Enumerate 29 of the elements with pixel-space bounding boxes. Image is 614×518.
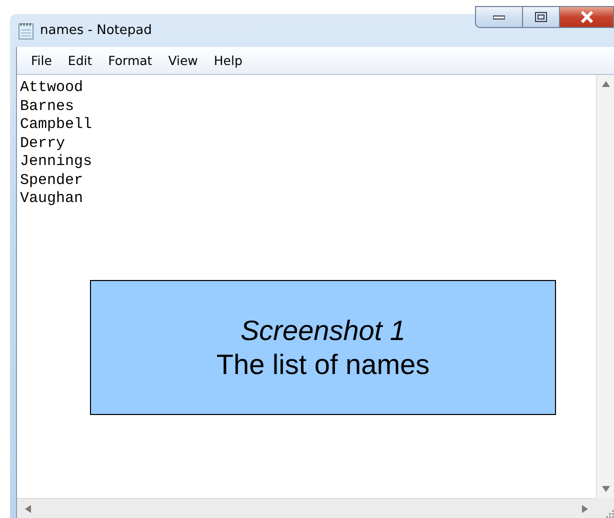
text-line: Attwood (20, 79, 84, 98)
maximize-icon (535, 12, 547, 22)
resize-grip-icon[interactable] (604, 508, 614, 518)
notepad-icon (18, 22, 34, 40)
menu-item[interactable]: Format (100, 53, 160, 68)
vertical-scrollbar[interactable] (596, 75, 614, 498)
menu-item[interactable]: Edit (60, 53, 100, 68)
callout-text: The list of names (216, 348, 430, 382)
close-button[interactable] (560, 6, 614, 28)
text-line: Derry (20, 134, 66, 153)
menu-item[interactable]: View (160, 53, 206, 68)
horizontal-scrollbar[interactable] (17, 498, 596, 518)
text-line: Vaughan (20, 190, 84, 208)
scroll-down-icon[interactable] (602, 486, 610, 492)
window-title: names - Notepad (40, 23, 152, 38)
close-icon (580, 11, 594, 23)
scroll-right-icon[interactable] (582, 504, 588, 512)
minimize-button[interactable] (475, 6, 523, 28)
maximize-button[interactable] (523, 6, 560, 28)
scroll-up-icon[interactable] (602, 81, 610, 87)
text-line: Campbell (20, 116, 92, 134)
text-line: Barnes (20, 98, 74, 116)
minimize-icon (493, 14, 505, 20)
menu-item[interactable]: Help (206, 53, 250, 68)
text-line: Spender (20, 172, 84, 190)
menu-item[interactable]: File (23, 53, 60, 68)
text-line: Jennings (20, 153, 92, 172)
callout-text: Screenshot 1 (240, 314, 406, 348)
scroll-left-icon[interactable] (25, 504, 31, 512)
